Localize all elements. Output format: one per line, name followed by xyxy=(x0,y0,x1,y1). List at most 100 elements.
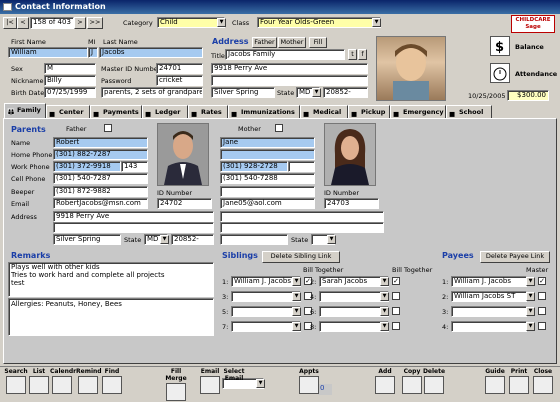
father-email-field[interactable]: RobertJacobs@msn.com xyxy=(53,198,148,209)
category-select[interactable]: Child xyxy=(157,17,225,28)
sibling-name-field[interactable] xyxy=(319,306,389,317)
mother-checkbox[interactable] xyxy=(275,124,283,132)
father-address1-field[interactable]: 9918 Perry Ave xyxy=(53,211,214,222)
master-checkbox[interactable] xyxy=(538,307,546,315)
toolbar-email-button[interactable]: Email xyxy=(198,368,222,394)
father-checkbox[interactable] xyxy=(104,124,112,132)
fill-address-button[interactable]: Fill xyxy=(309,37,327,48)
toolbar-copy-button[interactable]: Copy xyxy=(400,368,424,394)
payee-dropdown-icon[interactable]: ▼ xyxy=(526,292,535,301)
toolbar-remind-button[interactable]: Remind xyxy=(76,368,102,394)
toolbar-list-button[interactable]: List xyxy=(27,368,51,394)
remarks-field[interactable]: Plays well with other kids Tries to work… xyxy=(8,262,214,297)
sibling-name-field[interactable] xyxy=(231,291,301,302)
toolbar-delete-button[interactable]: Delete xyxy=(422,368,446,394)
sex-field[interactable]: M xyxy=(44,63,96,74)
mother-city-field[interactable] xyxy=(220,234,288,245)
class-dropdown-icon[interactable]: ▼ xyxy=(372,18,381,27)
title-t-button[interactable]: t xyxy=(348,49,357,60)
sibling-dropdown-icon[interactable]: ▼ xyxy=(380,292,389,301)
attendance-icon[interactable] xyxy=(490,63,510,83)
master-checkbox[interactable] xyxy=(538,292,546,300)
toolbar-add-button[interactable]: Add xyxy=(373,368,397,394)
payee-dropdown-icon[interactable]: ▼ xyxy=(526,322,535,331)
delete-payee-link-button[interactable]: Delete Payee Link xyxy=(480,251,550,263)
mother-ext-field[interactable] xyxy=(288,161,315,172)
prev-record-button[interactable]: < xyxy=(17,17,29,29)
address-line2-field[interactable] xyxy=(211,75,368,86)
bill-together-checkbox[interactable]: ✓ xyxy=(392,277,400,285)
tab-rates[interactable]: ■ Rates xyxy=(188,105,228,118)
first-record-button[interactable]: |< xyxy=(3,17,17,29)
mother-email-field[interactable]: Jane05@aol.com xyxy=(220,198,315,209)
toolbar-guide-button[interactable]: Guide xyxy=(483,368,507,394)
lives-with-field[interactable]: parents, 2 sets of grandparen xyxy=(101,87,203,98)
toolbar-search-button[interactable]: Search xyxy=(4,368,28,394)
toolbar-find-button[interactable]: Find xyxy=(100,368,124,394)
father-address-button[interactable]: Father xyxy=(252,37,277,48)
birth-date-field[interactable]: 07/25/1999 xyxy=(44,87,96,98)
payee-name-field[interactable] xyxy=(451,321,527,332)
father-address2-field[interactable] xyxy=(53,222,214,233)
attendance-label[interactable]: Attendance xyxy=(515,70,557,78)
father-work-phone-field[interactable]: (301) 372-9918 xyxy=(53,161,121,172)
mi-field[interactable]: J xyxy=(88,47,98,58)
address-zip-field[interactable]: 20852- xyxy=(323,87,368,98)
tab-emergency[interactable]: ■ Emergency xyxy=(390,105,446,118)
bill-together-checkbox[interactable] xyxy=(392,307,400,315)
title-f-button[interactable]: f xyxy=(358,49,367,60)
father-name-field[interactable]: Robert xyxy=(53,137,148,148)
toolbar-close-button[interactable]: Close xyxy=(531,368,555,394)
address-title-field[interactable]: Jacobs Family xyxy=(225,49,345,60)
balance-label[interactable]: Balance xyxy=(515,43,544,51)
sibling-dropdown-icon[interactable]: ▼ xyxy=(380,322,389,331)
tab-payments[interactable]: ■ Payments xyxy=(90,105,142,118)
tab-school[interactable]: ■ School xyxy=(446,105,492,118)
mother-id-field[interactable]: 24703 xyxy=(324,198,379,209)
last-name-field[interactable]: Jacobs xyxy=(99,47,203,58)
toolbar-fill-merge-button[interactable]: Fill Merge xyxy=(164,368,188,401)
class-select[interactable]: Four Year Olds-Green xyxy=(257,17,381,28)
next-record-button[interactable]: > xyxy=(74,17,86,29)
tab-immunizations[interactable]: ■ Immunizations xyxy=(228,105,300,118)
mother-address-button[interactable]: Mother xyxy=(278,37,306,48)
last-record-button[interactable]: >> xyxy=(87,17,103,29)
toolbar-select-email-button[interactable]: Select Email xyxy=(222,368,246,382)
father-ext-field[interactable]: 143 xyxy=(121,161,148,172)
nickname-field[interactable]: Billy xyxy=(44,75,96,86)
father-home-phone-field[interactable]: (301) 882-7287 xyxy=(53,149,148,160)
toolbar-calendr-button[interactable]: Calendr xyxy=(50,368,76,394)
mother-name-field[interactable]: Jane xyxy=(220,137,315,148)
mother-state-dropdown-icon[interactable]: ▼ xyxy=(327,235,336,244)
master-id-field[interactable]: 24701 xyxy=(156,63,203,74)
category-dropdown-icon[interactable]: ▼ xyxy=(217,18,226,27)
tab-family[interactable]: 👪 Family xyxy=(4,103,46,118)
mother-cell-phone-field[interactable]: (301) 540-7288 xyxy=(220,173,315,184)
father-state-dropdown-icon[interactable]: ▼ xyxy=(160,235,169,244)
address-line1-field[interactable]: 9918 Perry Ave xyxy=(211,63,368,74)
payee-dropdown-icon[interactable]: ▼ xyxy=(526,307,535,316)
payee-name-field[interactable]: William Jacobs ST xyxy=(451,291,527,302)
tab-pickup[interactable]: ■ Pickup xyxy=(348,105,390,118)
toolbar-print-button[interactable]: Print xyxy=(507,368,531,394)
sibling-name-field[interactable]: William J. Jacobs xyxy=(231,276,301,287)
master-checkbox[interactable] xyxy=(538,322,546,330)
payee-name-field[interactable]: William J. Jacobs xyxy=(451,276,527,287)
delete-sibling-link-button[interactable]: Delete Sibling Link xyxy=(262,251,340,263)
tab-ledger[interactable]: ■ Ledger xyxy=(142,105,188,118)
sibling-dropdown-icon[interactable]: ▼ xyxy=(292,292,301,301)
tab-medical[interactable]: ■ Medical xyxy=(300,105,348,118)
sibling-name-field[interactable] xyxy=(231,321,301,332)
bill-together-checkbox[interactable] xyxy=(392,322,400,330)
sibling-name-field[interactable] xyxy=(319,291,389,302)
sibling-name-field[interactable] xyxy=(231,306,301,317)
mother-address2-field[interactable] xyxy=(220,222,384,233)
payee-dropdown-icon[interactable]: ▼ xyxy=(526,277,535,286)
mother-work-phone-field[interactable]: (301) 928-2728 xyxy=(220,161,288,172)
allergies-field[interactable]: Allergies: Peanuts, Honey, Bees xyxy=(8,298,214,336)
sibling-dropdown-icon[interactable]: ▼ xyxy=(292,322,301,331)
sibling-dropdown-icon[interactable]: ▼ xyxy=(292,277,301,286)
father-city-field[interactable]: Silver Spring xyxy=(53,234,121,245)
sibling-dropdown-icon[interactable]: ▼ xyxy=(380,277,389,286)
password-field[interactable]: cricket xyxy=(156,75,203,86)
